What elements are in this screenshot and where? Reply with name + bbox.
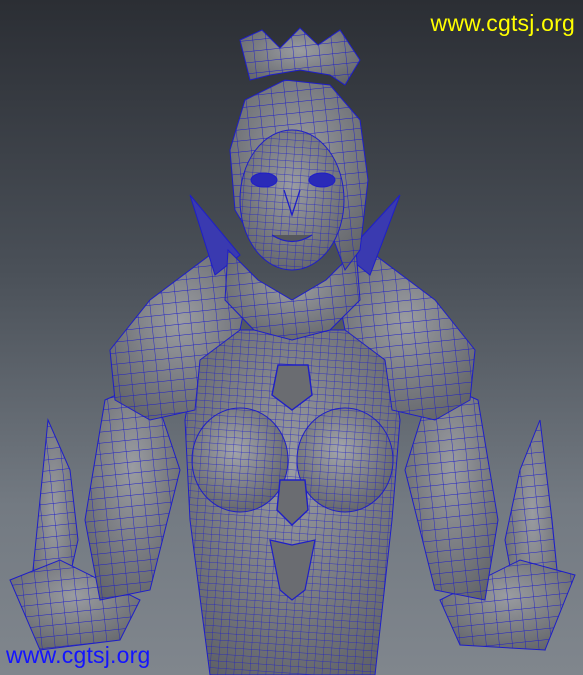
torso (184, 329, 401, 675)
watermark-top: www.cgtsj.org (430, 10, 575, 36)
watermark-bottom: www.cgtsj.org (6, 642, 151, 668)
wireframe-character-model (9, 27, 576, 675)
maya-viewport[interactable]: www.cgtsj.org www.cgtsj.org (0, 0, 583, 675)
head (229, 27, 369, 272)
